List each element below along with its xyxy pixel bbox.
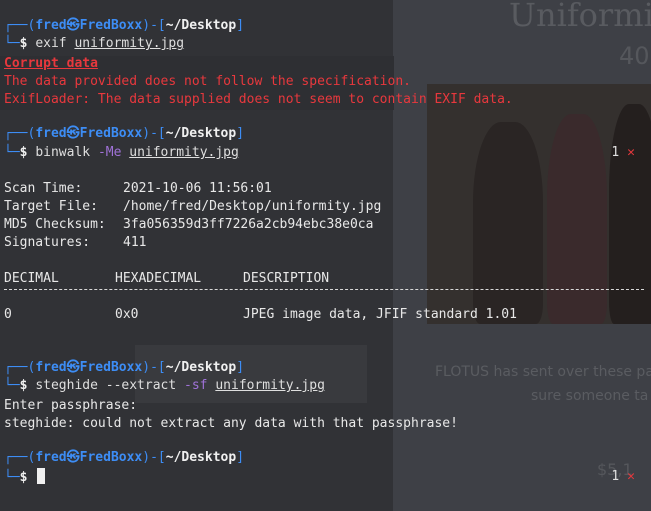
binwalk-target-label: Target File:: [4, 199, 98, 214]
binwalk-header-decimal: DECIMAL: [4, 271, 59, 286]
command-text: steghide --extract: [35, 378, 177, 393]
table-divider: [4, 289, 644, 290]
command-argument: uniformity.jpg: [129, 145, 239, 160]
text-cursor[interactable]: [37, 468, 46, 484]
command-text: exif: [35, 36, 67, 51]
binwalk-md5-label: MD5 Checksum:: [4, 217, 106, 232]
error-x-icon: ✕: [627, 469, 635, 484]
error-title: Corrupt data: [4, 56, 98, 71]
output-line: Enter passphrase:: [4, 398, 138, 413]
command-line: └─$ steghide --extract -sf uniformity.jp…: [4, 378, 325, 393]
command-text: binwalk: [35, 145, 91, 160]
binwalk-header-hex: HEXADECIMAL: [115, 271, 202, 286]
command-line: └─$ exif uniformity.jpg: [4, 36, 185, 51]
command-argument: uniformity.jpg: [74, 36, 185, 51]
prompt-header: ┌──(fred㉿FredBoxx)-[~/Desktop]: [4, 18, 245, 33]
exit-status: 1 ✕: [611, 145, 635, 160]
binwalk-scan-time: Scan Time:: [4, 181, 83, 196]
binwalk-signatures-value: 411: [123, 235, 147, 250]
binwalk-row-hex: 0x0: [115, 307, 139, 322]
terminal-window[interactable]: ┌──(fred㉿FredBoxx)-[~/Desktop] └─$ exif …: [0, 0, 651, 511]
prompt-header: ┌──(fred㉿FredBoxx)-[~/Desktop]: [4, 360, 245, 375]
binwalk-row-description: JPEG image data, JFIF standard 1.01: [243, 307, 517, 322]
command-flag: -sf: [184, 378, 208, 393]
error-x-icon: ✕: [627, 145, 635, 160]
exit-status: 1 ✕: [611, 469, 635, 484]
binwalk-header-description: DESCRIPTION: [243, 271, 330, 286]
binwalk-scan-time-value: 2021-10-06 11:56:01: [123, 181, 272, 196]
binwalk-md5-value: 3fa056359d3ff7226a2cb94ebc38e0ca: [123, 217, 374, 232]
binwalk-row-decimal: 0: [4, 307, 12, 322]
binwalk-signatures-label: Signatures:: [4, 235, 91, 250]
error-line: The data provided does not follow the sp…: [4, 74, 411, 89]
command-line: └─$ binwalk -Me uniformity.jpg: [4, 145, 239, 160]
prompt-header: ┌──(fred㉿FredBoxx)-[~/Desktop]: [4, 126, 245, 141]
command-argument: uniformity.jpg: [215, 378, 325, 393]
error-line: ExifLoader: The data supplied does not s…: [4, 92, 513, 107]
prompt-header: ┌──(fred㉿FredBoxx)-[~/Desktop]: [4, 450, 245, 465]
binwalk-target-value: /home/fred/Desktop/uniformity.jpg: [123, 199, 382, 214]
output-line: steghide: could not extract any data wit…: [4, 416, 458, 431]
active-command-line[interactable]: └─$: [4, 468, 46, 486]
command-flag: -Me: [97, 145, 122, 160]
